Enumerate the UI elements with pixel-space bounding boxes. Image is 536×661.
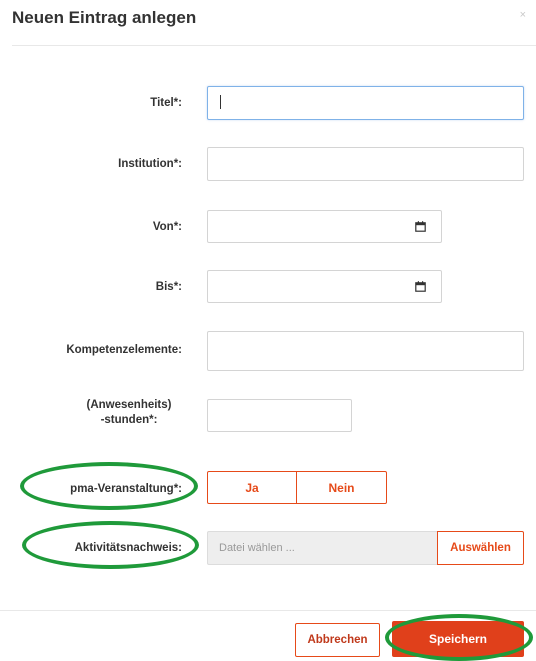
kompetenz-input[interactable] [207,331,524,371]
stunden-label-line1: (Anwesenheits) [86,399,172,411]
pma-ja-button[interactable]: Ja [207,471,297,504]
kompetenz-label: Kompetenzelemente: [66,344,182,356]
stunden-label: (Anwesenheits) -stunden*: [74,398,184,428]
bis-calendar-button[interactable] [399,270,442,303]
von-label: Von*: [152,221,182,233]
new-entry-dialog: Neuen Eintrag anlegen × Titel*: Institut… [0,0,536,661]
save-button[interactable]: Speichern [392,621,524,657]
stunden-label-line2: -stunden*: [100,414,158,426]
calendar-icon [414,221,426,232]
institution-label: Institution*: [118,158,182,170]
file-name-field[interactable]: Datei wählen ... [207,531,438,565]
cancel-button[interactable]: Abbrechen [295,623,380,657]
pma-nein-button[interactable]: Nein [296,471,387,504]
bis-date-input[interactable] [207,270,400,303]
titel-label: Titel*: [150,97,182,109]
bis-label: Bis*: [155,281,182,293]
institution-input[interactable] [207,147,524,181]
von-date-input[interactable] [207,210,400,243]
footer-divider [0,610,536,611]
nachweis-label: Aktivitätsnachweis: [74,542,182,554]
titel-input[interactable] [207,86,524,120]
pma-label: pma-Veranstaltung*: [70,483,182,495]
choose-file-button[interactable]: Auswählen [437,531,524,565]
dialog-title: Neuen Eintrag anlegen [12,8,197,27]
calendar-icon [414,281,426,292]
close-icon[interactable]: × [520,9,526,21]
text-caret [220,95,221,109]
header-divider [12,45,536,46]
stunden-input[interactable] [207,399,352,432]
von-calendar-button[interactable] [399,210,442,243]
